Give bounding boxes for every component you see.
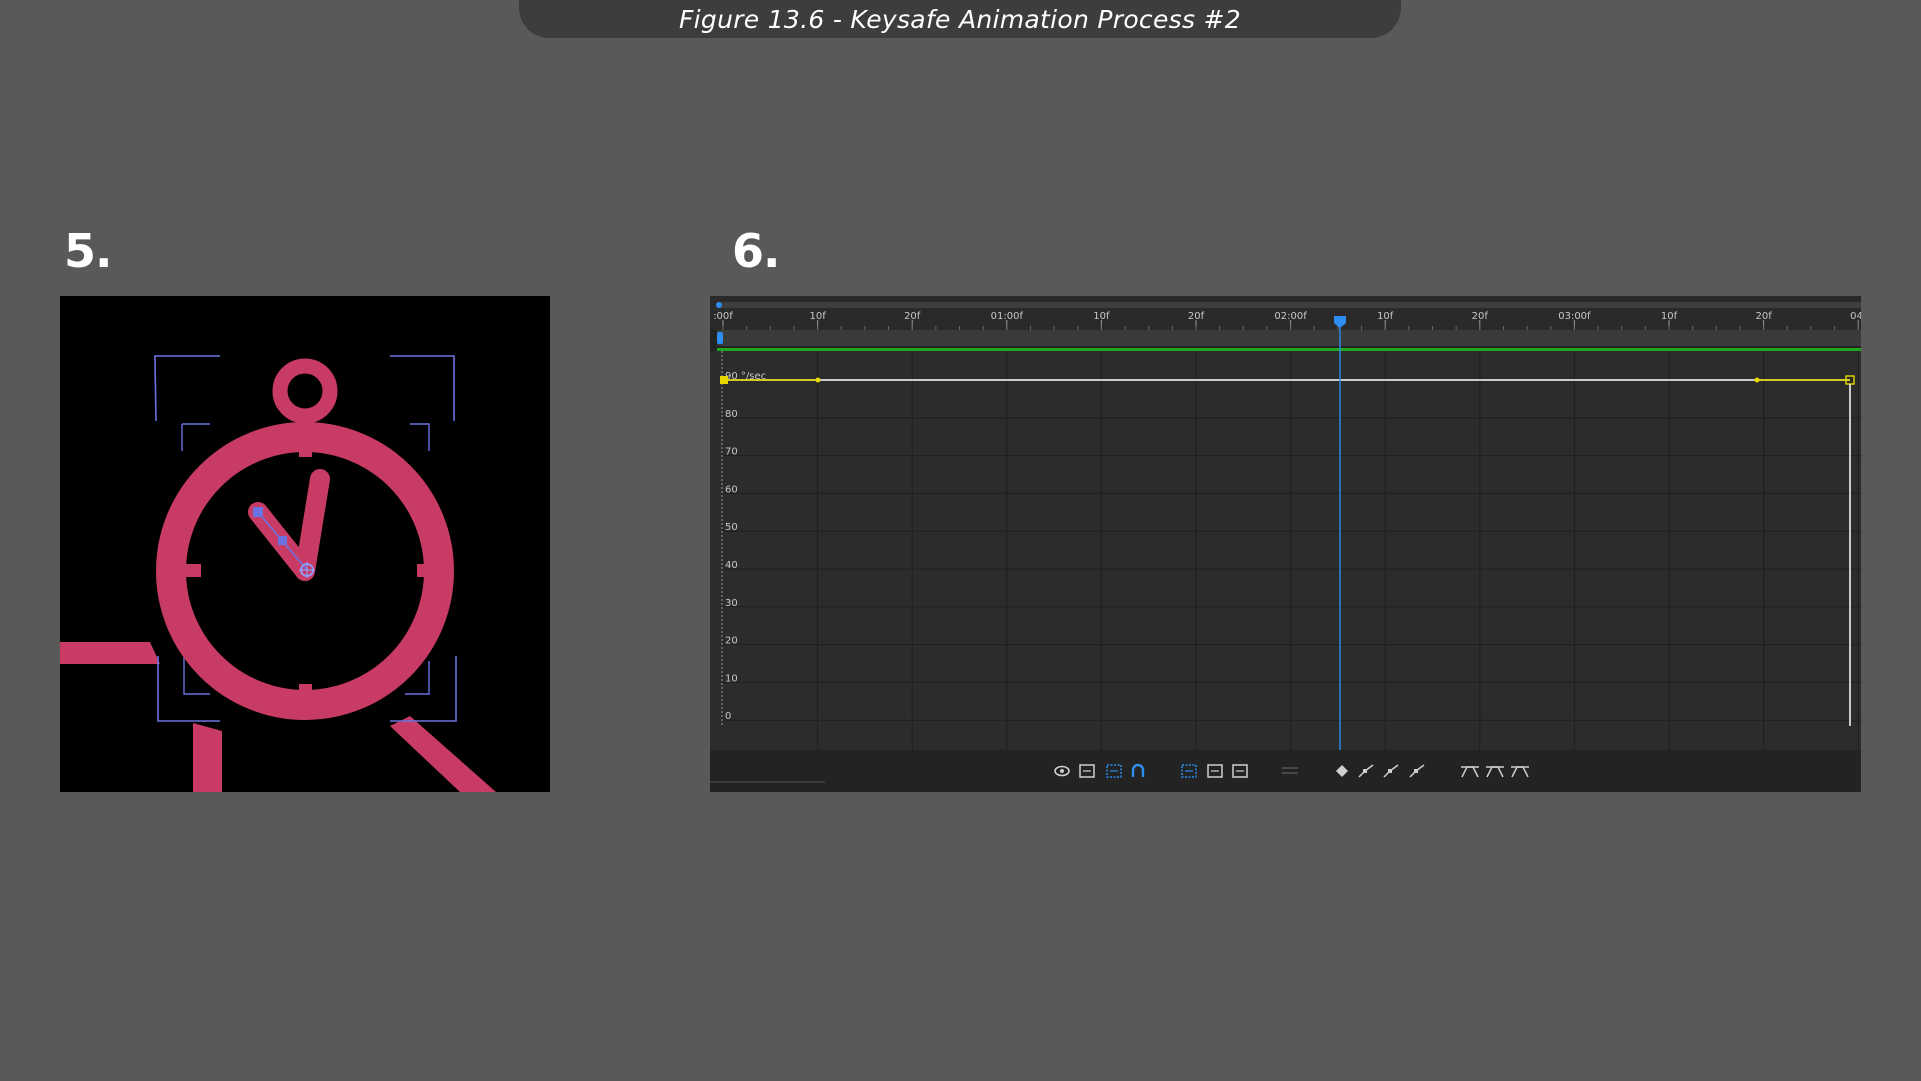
work-area-line xyxy=(717,348,1861,351)
graph-toolbar xyxy=(710,750,1861,792)
keyframe-start[interactable] xyxy=(720,376,728,384)
navigator-start-handle[interactable] xyxy=(716,302,722,308)
value-label: 60 xyxy=(725,484,738,495)
ruler-tick-label: 20f xyxy=(1472,311,1489,322)
graph-area[interactable] xyxy=(710,351,1861,750)
stopwatch-stem xyxy=(299,414,312,434)
stopwatch-icon xyxy=(60,355,496,792)
value-label: 10 xyxy=(725,673,738,684)
ruler-tick-label: 20f xyxy=(904,311,921,322)
bezier-handle-point[interactable] xyxy=(815,377,821,383)
path-vertex[interactable] xyxy=(278,536,287,545)
ruler-tick-label: 10f xyxy=(809,311,826,322)
graph-editor[interactable]: :00f 10f 20f 01:00f 10f 20f 02:00f 10f 20f 03:00f… xyxy=(710,296,1861,792)
tick-12 xyxy=(299,441,312,457)
composition-viewer[interactable] xyxy=(60,296,550,792)
path-vertex[interactable] xyxy=(253,507,263,517)
tick-9 xyxy=(185,564,201,577)
ruler-tick-label: 20f xyxy=(1188,311,1205,322)
value-label: 40 xyxy=(725,560,738,571)
tick-3 xyxy=(417,564,433,577)
value-label: 70 xyxy=(725,447,738,458)
value-label: 30 xyxy=(725,598,738,609)
value-label: 20 xyxy=(725,636,738,647)
ruler-tick-label: 04: xyxy=(1850,311,1861,322)
background-shape-diagonal xyxy=(390,716,496,792)
step-label-6: 6. xyxy=(732,224,780,278)
ruler-tick-label: 10f xyxy=(1093,311,1110,322)
background-shape-left xyxy=(60,642,160,664)
value-label: 50 xyxy=(725,522,738,533)
figure-caption-bar: Figure 13.6 - Keysafe Animation Process … xyxy=(519,0,1401,38)
value-label: 0 xyxy=(725,711,731,722)
tick-6 xyxy=(299,684,312,700)
work-area-start-handle[interactable] xyxy=(717,332,723,344)
ruler-tick-label: 02:00f xyxy=(1274,311,1307,322)
ruler-tick-label: 20f xyxy=(1755,311,1772,322)
time-navigator[interactable] xyxy=(717,302,1861,308)
ruler-tick-label: 10f xyxy=(1661,311,1678,322)
step-label-5: 5. xyxy=(64,224,112,278)
ruler-tick-label: 10f xyxy=(1377,311,1394,322)
background-shape-bottom xyxy=(193,723,222,792)
ruler-tick-label: :00f xyxy=(713,311,733,322)
work-area-bar[interactable] xyxy=(717,330,1861,346)
ruler-tick-label: 01:00f xyxy=(991,311,1024,322)
bezier-handle-point[interactable] xyxy=(1754,377,1760,383)
value-label: 80 xyxy=(725,409,738,420)
ruler-tick-label: 03:00f xyxy=(1558,311,1591,322)
minute-hand[interactable] xyxy=(295,469,330,581)
figure-caption: Figure 13.6 - Keysafe Animation Process … xyxy=(678,4,1241,34)
